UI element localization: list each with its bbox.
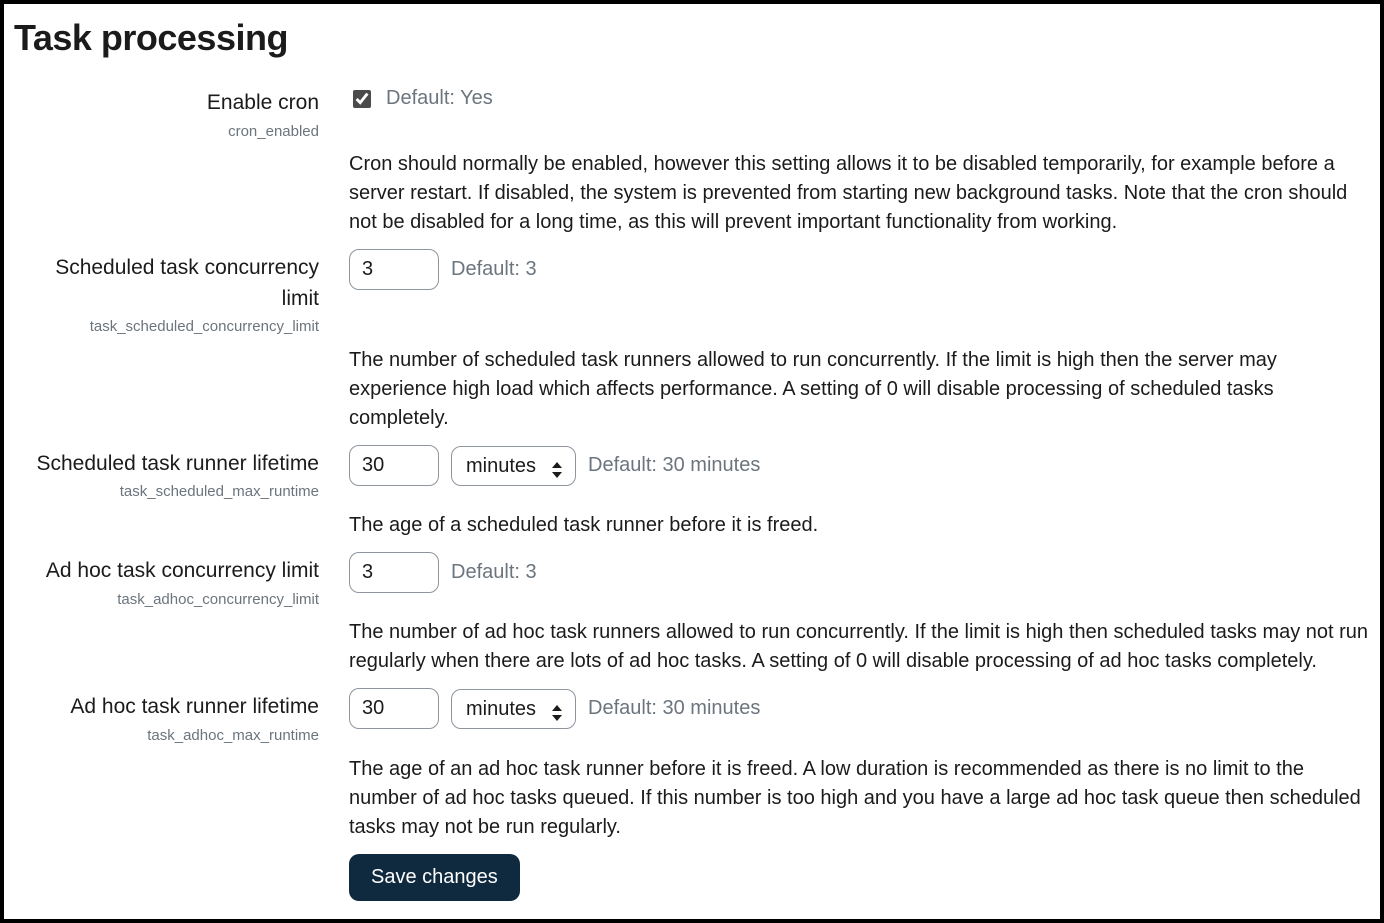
setting-label-col: Enable cron cron_enabled [14, 84, 349, 142]
setting-label: Enable cron [14, 88, 319, 118]
setting-label: Scheduled task concurrency limit [14, 253, 319, 314]
control-line: minutes Default: 30 minutes [349, 445, 1370, 486]
setting-label: Ad hoc task concurrency limit [14, 556, 319, 586]
default-text: Default: 3 [451, 255, 537, 284]
setting-key: cron_enabled [14, 121, 319, 143]
setting-key: task_adhoc_max_runtime [14, 725, 319, 747]
setting-label: Scheduled task runner lifetime [14, 449, 319, 479]
setting-label-col: Scheduled task runner lifetime task_sche… [14, 445, 349, 503]
setting-key: task_scheduled_max_runtime [14, 481, 319, 503]
adhoc-life-unit-wrap: minutes [451, 689, 576, 729]
setting-label-col: Ad hoc task concurrency limit task_adhoc… [14, 552, 349, 610]
control-line: minutes Default: 30 minutes [349, 688, 1370, 729]
setting-value-col: Default: 3 [349, 552, 1370, 593]
setting-value-col: minutes Default: 30 minutes [349, 445, 1370, 486]
sched-life-unit-select[interactable]: minutes [451, 446, 576, 486]
setting-label: Ad hoc task runner lifetime [14, 692, 319, 722]
setting-sched-conc: Scheduled task concurrency limit task_sc… [14, 249, 1370, 338]
adhoc-life-unit-select[interactable]: minutes [451, 689, 576, 729]
setting-key: task_adhoc_concurrency_limit [14, 589, 319, 611]
setting-key: task_scheduled_concurrency_limit [14, 316, 319, 338]
form-footer: Save changes [14, 854, 1370, 901]
control-line: Default: 3 [349, 249, 1370, 290]
setting-value-col: minutes Default: 30 minutes [349, 688, 1370, 729]
settings-page: Task processing Enable cron cron_enabled… [0, 0, 1384, 923]
setting-description: The number of ad hoc task runners allowe… [349, 618, 1370, 676]
setting-description-row: The age of a scheduled task runner befor… [14, 511, 1370, 540]
setting-description-row: The age of an ad hoc task runner before … [14, 755, 1370, 842]
setting-label-col: Scheduled task concurrency limit task_sc… [14, 249, 349, 338]
page-title: Task processing [14, 12, 1370, 64]
default-text: Default: 30 minutes [588, 694, 760, 723]
setting-description-row: Cron should normally be enabled, however… [14, 150, 1370, 237]
setting-adhoc-life: Ad hoc task runner lifetime task_adhoc_m… [14, 688, 1370, 746]
setting-cron: Enable cron cron_enabled Default: Yes [14, 84, 1370, 142]
default-text: Default: 30 minutes [588, 451, 760, 480]
control-line: Default: 3 [349, 552, 1370, 593]
control-line: Default: Yes [349, 84, 1370, 113]
setting-description-row: The number of scheduled task runners all… [14, 346, 1370, 433]
default-text: Default: 3 [451, 558, 537, 587]
adhoc-life-input[interactable] [349, 688, 439, 729]
setting-description-row: The number of ad hoc task runners allowe… [14, 618, 1370, 676]
default-text: Default: Yes [386, 84, 493, 113]
setting-adhoc-conc: Ad hoc task concurrency limit task_adhoc… [14, 552, 1370, 610]
setting-description: The age of an ad hoc task runner before … [349, 755, 1370, 842]
sched-life-unit-wrap: minutes [451, 446, 576, 486]
setting-label-col: Ad hoc task runner lifetime task_adhoc_m… [14, 688, 349, 746]
settings-form: Enable cron cron_enabled Default: Yes Cr… [14, 84, 1370, 900]
setting-value-col: Default: Yes [349, 84, 1370, 113]
setting-description: The age of a scheduled task runner befor… [349, 511, 1370, 540]
sched-life-input[interactable] [349, 445, 439, 486]
setting-description: The number of scheduled task runners all… [349, 346, 1370, 433]
setting-sched-life: Scheduled task runner lifetime task_sche… [14, 445, 1370, 503]
cron-enabled-checkbox[interactable] [353, 90, 371, 108]
sched-conc-input[interactable] [349, 249, 439, 290]
save-button[interactable]: Save changes [349, 854, 520, 901]
setting-value-col: Default: 3 [349, 249, 1370, 290]
setting-description: Cron should normally be enabled, however… [349, 150, 1370, 237]
adhoc-conc-input[interactable] [349, 552, 439, 593]
